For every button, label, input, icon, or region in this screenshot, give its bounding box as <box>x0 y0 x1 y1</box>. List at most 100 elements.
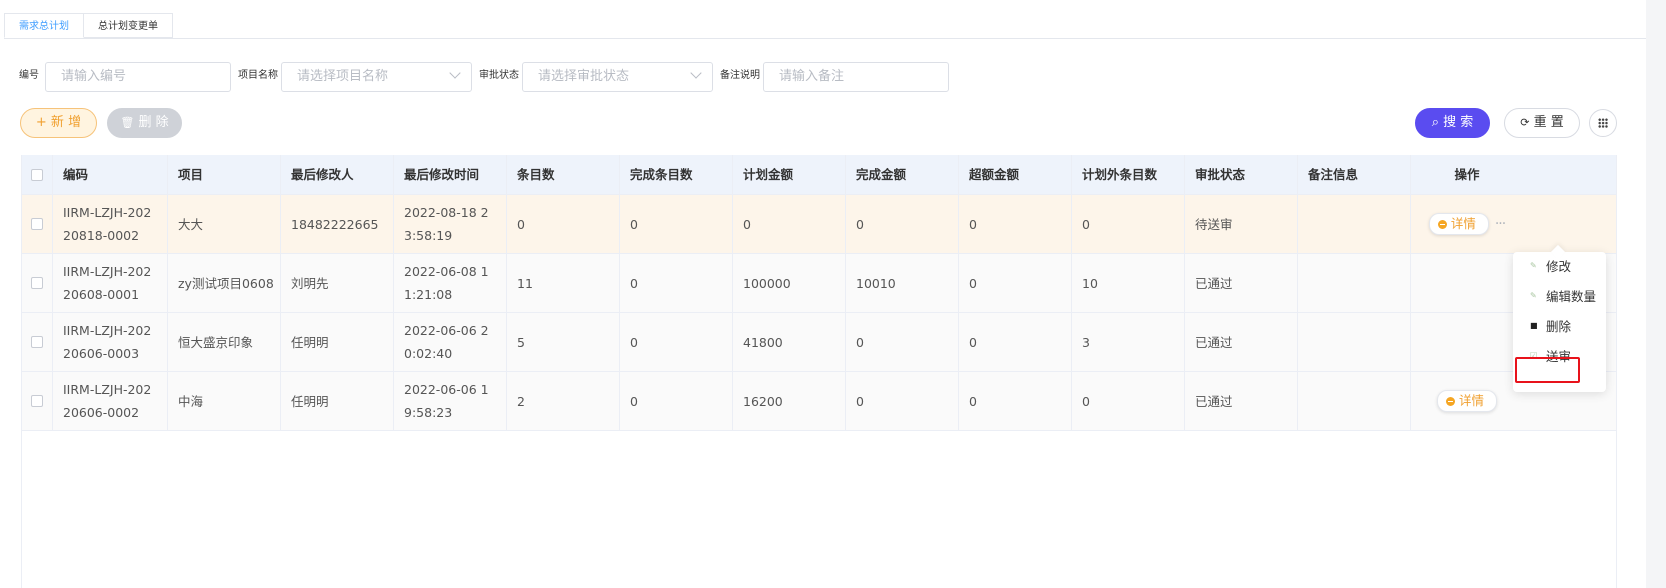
tab-bar: 需求总计划 总计划变更单 <box>4 13 173 39</box>
search-label: 搜 索 <box>1443 115 1474 130</box>
cell-modified-time: 2022-08-18 23:58:19 <box>394 195 507 253</box>
table-row[interactable]: IIRM-LZJH-20220606-0002 中海 任明明 2022-06-06 1… <box>22 372 1616 431</box>
cell-remark <box>1298 313 1411 371</box>
cell-unplanned-count: 3 <box>1072 313 1185 371</box>
cell-over-amount: 0 <box>959 313 1072 371</box>
header-code: 编码 <box>53 155 168 194</box>
edit-icon: ✎ <box>1530 260 1537 270</box>
cell-unplanned-count: 0 <box>1072 372 1185 430</box>
trash-icon: 🗑 <box>120 116 135 129</box>
remark-label: 备注说明 <box>720 70 760 81</box>
project-placeholder: 请选择项目名称 <box>297 69 389 84</box>
header-project: 项目 <box>168 155 281 194</box>
right-scroll-gutter <box>1646 0 1666 588</box>
search-icon: ⌕ <box>1431 115 1439 130</box>
submit-highlight-box <box>1515 357 1580 383</box>
status-placeholder: 请选择审批状态 <box>538 69 630 84</box>
cell-modified-time: 2022-06-06 20:02:40 <box>394 313 507 371</box>
cell-item-count: 0 <box>507 195 620 253</box>
row-checkbox[interactable] <box>31 395 43 407</box>
refresh-icon: ⟳ <box>1520 116 1530 129</box>
code-input[interactable]: 请输入编号 <box>45 62 231 92</box>
cell-done-count: 0 <box>620 254 733 312</box>
menu-edit-label: 修改 <box>1546 258 1572 274</box>
header-done-count: 完成条目数 <box>620 155 733 194</box>
select-all-checkbox[interactable] <box>31 168 43 181</box>
project-select[interactable]: 请选择项目名称 <box>281 62 472 92</box>
cell-done-count: 0 <box>620 372 733 430</box>
cell-approval: 已通过 <box>1185 254 1298 312</box>
delete-label: 删 除 <box>138 115 169 130</box>
cell-done-count: 0 <box>620 195 733 253</box>
header-actions: 操作 <box>1454 167 1480 182</box>
tab-plan-change[interactable]: 总计划变更单 <box>84 13 173 38</box>
cell-unplanned-count: 0 <box>1072 195 1185 253</box>
cell-actions <box>1411 313 1523 371</box>
cell-plan-amount: 0 <box>733 195 846 253</box>
cell-project: zy测试项目0608 <box>168 254 281 312</box>
cell-approval: 待送审 <box>1185 195 1298 253</box>
cell-done-amount: 0 <box>846 313 959 371</box>
add-button[interactable]: + 新 增 <box>20 108 97 138</box>
menu-item-edit[interactable]: ✎ 修改 <box>1513 252 1606 278</box>
cell-done-count: 0 <box>620 313 733 371</box>
header-remark: 备注信息 <box>1298 155 1411 194</box>
row-checkbox[interactable] <box>31 277 43 289</box>
header-unplanned-count: 计划外条目数 <box>1072 155 1185 194</box>
cell-code: IIRM-LZJH-20220608-0001 <box>53 254 168 312</box>
cell-over-amount: 0 <box>959 195 1072 253</box>
grid-icon <box>1598 118 1608 128</box>
cell-over-amount: 0 <box>959 372 1072 430</box>
search-button[interactable]: ⌕ 搜 索 <box>1415 108 1490 138</box>
cell-project: 中海 <box>168 372 281 430</box>
cell-project: 大大 <box>168 195 281 253</box>
detail-button[interactable]: 详情 <box>1428 213 1489 235</box>
delete-button[interactable]: 🗑 删 除 <box>107 108 182 138</box>
cell-modified-time: 2022-06-06 19:58:23 <box>394 372 507 430</box>
row-select <box>22 195 53 253</box>
reset-button[interactable]: ⟳ 重 置 <box>1504 108 1580 138</box>
chevron-down-icon <box>449 67 461 79</box>
cell-remark <box>1298 254 1411 312</box>
column-settings-button[interactable] <box>1589 109 1617 137</box>
table-row[interactable]: IIRM-LZJH-20220608-0001 zy测试项目0608 刘明先 2022… <box>22 254 1616 313</box>
menu-item-delete[interactable]: ■ 删除 <box>1513 312 1606 338</box>
header-select <box>22 155 53 194</box>
row-select <box>22 254 53 312</box>
detail-button[interactable]: 详情 <box>1436 390 1497 412</box>
status-select[interactable]: 请选择审批状态 <box>522 62 713 92</box>
cell-modified-time: 2022-06-08 11:21:08 <box>394 254 507 312</box>
tab-divider <box>4 38 1646 39</box>
row-select <box>22 372 53 430</box>
menu-edit-quantity-label: 编辑数量 <box>1546 288 1597 304</box>
table-row[interactable]: IIRM-LZJH-20220818-0002 大大 18482222665 2022… <box>22 195 1616 254</box>
cell-actions <box>1411 254 1523 312</box>
menu-delete-label: 删除 <box>1546 318 1572 334</box>
menu-item-edit-quantity[interactable]: ✎ 编辑数量 <box>1513 282 1606 308</box>
cell-done-amount: 0 <box>846 372 959 430</box>
row-checkbox[interactable] <box>31 336 43 348</box>
cell-remark <box>1298 372 1411 430</box>
cell-plan-amount: 41800 <box>733 313 846 371</box>
remark-input[interactable]: 请输入备注 <box>763 62 949 92</box>
cell-over-amount: 0 <box>959 254 1072 312</box>
header-item-count: 条目数 <box>507 155 620 194</box>
cell-plan-amount: 16200 <box>733 372 846 430</box>
row-checkbox[interactable] <box>31 218 43 230</box>
edit-icon: ✎ <box>1530 290 1537 300</box>
chevron-down-icon <box>690 67 702 79</box>
more-icon[interactable]: ··· <box>1495 213 1506 236</box>
trash-icon: ■ <box>1530 320 1538 330</box>
tab-demand-plan[interactable]: 需求总计划 <box>4 13 84 38</box>
project-label: 项目名称 <box>238 70 278 81</box>
cell-done-amount: 10010 <box>846 254 959 312</box>
header-modifier: 最后修改人 <box>281 155 394 194</box>
cell-unplanned-count: 10 <box>1072 254 1185 312</box>
table-row[interactable]: IIRM-LZJH-20220606-0003 恒大盛京印象 任明明 2022-06-… <box>22 313 1616 372</box>
plan-table: 编码 项目 最后修改人 最后修改时间 条目数 完成条目数 计划金额 完成金额 超… <box>21 155 1617 588</box>
cell-modifier: 18482222665 <box>281 195 394 253</box>
detail-label: 详情 <box>1458 393 1484 408</box>
cell-modifier: 任明明 <box>281 372 394 430</box>
header-modified-time: 最后修改时间 <box>394 155 507 194</box>
header-plan-amount: 计划金额 <box>733 155 846 194</box>
